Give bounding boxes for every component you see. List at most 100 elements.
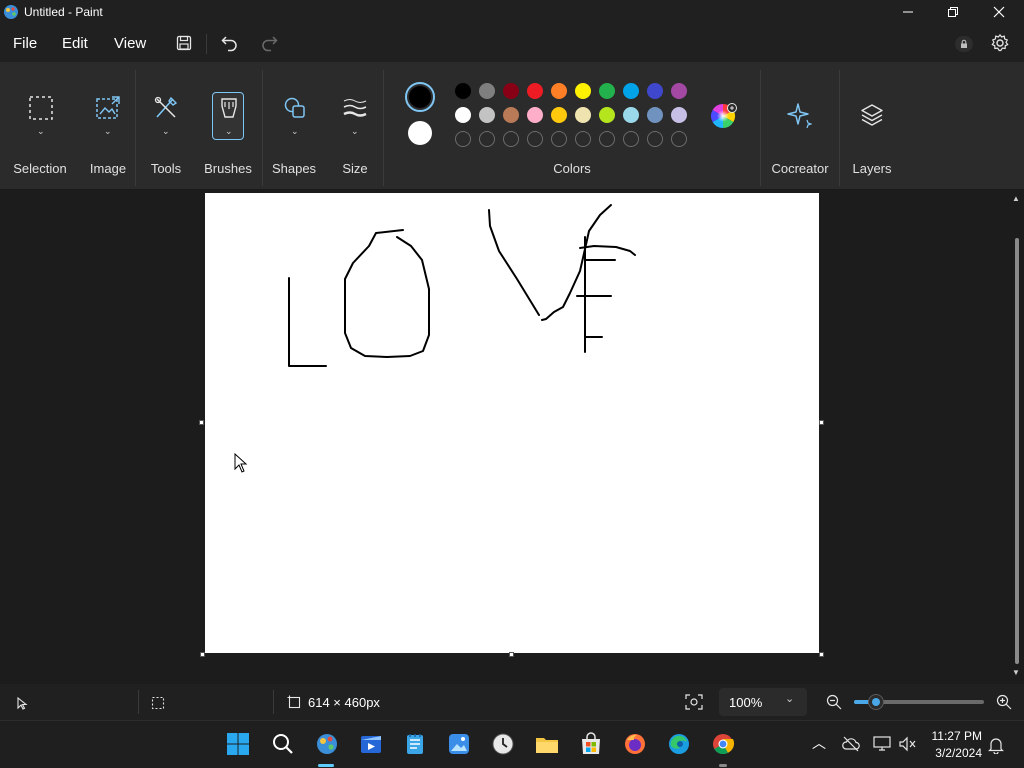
color-swatch-3f48cc[interactable]: [647, 83, 663, 99]
scrollbar-thumb[interactable]: [1015, 238, 1019, 664]
shapes-icon[interactable]: [282, 95, 308, 121]
menu-edit[interactable]: Edit: [62, 35, 88, 52]
selection-icon[interactable]: [28, 95, 54, 121]
onedrive-offline-icon[interactable]: [842, 736, 860, 752]
color-swatch-ffffff[interactable]: [455, 107, 471, 123]
color-swatch-7f7f7f[interactable]: [479, 83, 495, 99]
menu-file[interactable]: File: [13, 35, 37, 52]
custom-color-slot[interactable]: [575, 131, 591, 147]
selection-chevron-down-icon[interactable]: ⌄: [37, 126, 45, 137]
scroll-up-icon[interactable]: ▲: [1012, 194, 1020, 203]
zoom-slider[interactable]: [854, 694, 984, 710]
taskbar: ︿ 11:27 PM 3/2/2024: [0, 720, 1024, 768]
color-swatch-ff7f27[interactable]: [551, 83, 567, 99]
minimize-button[interactable]: [885, 0, 931, 24]
resize-handle-bottom[interactable]: [509, 652, 514, 657]
custom-color-slot[interactable]: [599, 131, 615, 147]
shapes-chevron-down-icon[interactable]: ⌄: [291, 126, 299, 137]
custom-color-slot[interactable]: [623, 131, 639, 147]
color-swatch-a349a4[interactable]: [671, 83, 687, 99]
drawing-canvas[interactable]: [205, 193, 819, 653]
color-swatch-00a2e8[interactable]: [623, 83, 639, 99]
close-button[interactable]: [976, 0, 1022, 24]
primary-color-button[interactable]: [405, 82, 435, 112]
color-swatch-efe4b0[interactable]: [575, 107, 591, 123]
canvas-size-text: 614 × 460px: [308, 695, 380, 710]
account-badge[interactable]: [955, 36, 973, 52]
taskbar-time[interactable]: 11:27 PM: [928, 729, 982, 743]
fit-to-window-icon[interactable]: [685, 694, 703, 710]
taskbar-date[interactable]: 3/2/2024: [928, 746, 982, 760]
ribbon-separator: [760, 70, 761, 186]
custom-color-slot[interactable]: [551, 131, 567, 147]
color-swatch-000000[interactable]: [455, 83, 471, 99]
taskbar-clipchamp[interactable]: [358, 731, 384, 757]
search-button[interactable]: [270, 731, 296, 757]
edit-colors-wheel-icon[interactable]: [710, 103, 738, 131]
resize-handle-bottom-right[interactable]: [819, 652, 824, 657]
selection-size-icon: [151, 696, 165, 710]
taskbar-chrome[interactable]: [710, 731, 736, 757]
layers-icon[interactable]: [859, 102, 885, 128]
color-swatch-880015[interactable]: [503, 83, 519, 99]
menu-bar: File Edit View: [0, 26, 1024, 62]
color-swatch-c3c3c3[interactable]: [479, 107, 495, 123]
taskbar-firefox[interactable]: [622, 731, 648, 757]
taskbar-photos[interactable]: [446, 731, 472, 757]
notepad-icon: [407, 734, 423, 754]
menu-view[interactable]: View: [114, 35, 146, 52]
vertical-scrollbar[interactable]: ▲ ▼: [1012, 194, 1022, 680]
undo-icon[interactable]: [220, 33, 240, 53]
color-swatch-ffaec9[interactable]: [527, 107, 543, 123]
zoom-out-icon[interactable]: [826, 694, 842, 710]
image-chevron-down-icon[interactable]: ⌄: [104, 126, 112, 137]
size-chevron-down-icon[interactable]: ⌄: [351, 126, 359, 137]
color-swatch-99d9ea[interactable]: [623, 107, 639, 123]
zoom-in-icon[interactable]: [996, 694, 1012, 710]
color-swatch-22b14c[interactable]: [599, 83, 615, 99]
color-swatch-7092be[interactable]: [647, 107, 663, 123]
tools-chevron-down-icon[interactable]: ⌄: [162, 126, 170, 137]
show-hidden-icons-chevron-up-icon[interactable]: ︿: [812, 733, 826, 753]
taskbar-clock[interactable]: [490, 731, 516, 757]
restore-button[interactable]: [930, 0, 976, 24]
color-swatch-fff200[interactable]: [575, 83, 591, 99]
color-swatch-b5e61d[interactable]: [599, 107, 615, 123]
taskbar-edge[interactable]: [666, 731, 692, 757]
color-swatch-c8bfe7[interactable]: [671, 107, 687, 123]
save-icon[interactable]: [176, 35, 192, 51]
custom-color-slot[interactable]: [647, 131, 663, 147]
taskbar-store[interactable]: [578, 731, 604, 757]
resize-handle-bottom-left[interactable]: [200, 652, 205, 657]
search-icon: [273, 734, 293, 754]
custom-color-slot[interactable]: [527, 131, 543, 147]
notification-bell-icon[interactable]: [988, 736, 1004, 754]
resize-handle-right[interactable]: [819, 420, 824, 425]
color-swatch-ffc90e[interactable]: [551, 107, 567, 123]
tools-icon[interactable]: [153, 95, 179, 121]
redo-icon[interactable]: [259, 33, 279, 53]
network-icon[interactable]: [873, 736, 891, 752]
color-swatch-ed1c24[interactable]: [527, 83, 543, 99]
taskbar-notepad[interactable]: [402, 731, 428, 757]
custom-color-slot[interactable]: [479, 131, 495, 147]
start-button[interactable]: [225, 731, 251, 757]
settings-gear-icon[interactable]: [990, 33, 1010, 53]
color-swatch-b97a57[interactable]: [503, 107, 519, 123]
custom-color-slot[interactable]: [503, 131, 519, 147]
letter-o-stroke: [344, 229, 430, 358]
custom-color-slot[interactable]: [671, 131, 687, 147]
image-icon[interactable]: [95, 95, 121, 121]
taskbar-paint[interactable]: [314, 731, 340, 757]
taskbar-file-explorer[interactable]: [534, 731, 560, 757]
secondary-color-swatch[interactable]: [408, 121, 432, 145]
volume-muted-icon[interactable]: [899, 736, 917, 752]
resize-handle-left[interactable]: [199, 420, 204, 425]
size-icon[interactable]: [342, 97, 368, 119]
scroll-down-icon[interactable]: ▼: [1012, 668, 1020, 677]
custom-color-slot[interactable]: [455, 131, 471, 147]
brushes-button[interactable]: ⌄: [212, 92, 244, 140]
cocreator-sparkle-icon[interactable]: [786, 102, 812, 128]
zoom-dropdown[interactable]: 100% ⌄: [719, 688, 807, 716]
zoom-slider-thumb[interactable]: [868, 694, 885, 710]
